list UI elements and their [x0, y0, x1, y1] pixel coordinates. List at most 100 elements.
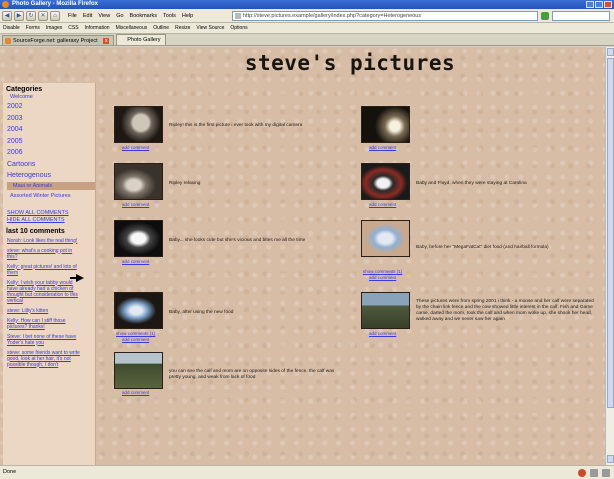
bookmark-item[interactable]: Miscellaneous — [116, 25, 148, 31]
comment-item[interactable]: Kelly: I wish your tabby would have alre… — [7, 280, 83, 304]
maximize-button[interactable] — [595, 1, 603, 8]
navigation-toolbar: ◀ ▶ ↻ ✕ ⌂ File Edit View Go Bookmarks To… — [0, 9, 614, 23]
bookmark-item[interactable]: CSS — [68, 25, 78, 31]
status-bar: Done — [0, 465, 614, 479]
comment-item[interactable]: steve: Lilliy's kitten — [7, 308, 83, 314]
scroll-down-icon[interactable] — [607, 455, 614, 463]
show-comments-link[interactable]: show comments (1) — [116, 331, 155, 336]
bookmark-item[interactable]: Images — [46, 25, 62, 31]
menu-help[interactable]: Help — [182, 13, 193, 19]
adblock-icon[interactable] — [578, 469, 586, 477]
add-comment-link[interactable]: add comment — [122, 259, 149, 264]
scrollbar-thumb[interactable] — [607, 58, 614, 408]
address-text: http://steve.pictures.example/gallery/in… — [243, 13, 422, 19]
stop-icon[interactable]: ✕ — [38, 10, 48, 21]
gallery: Ripley! this is the first picture i ever… — [100, 83, 605, 465]
sidebar-item-2003[interactable]: 2003 — [7, 113, 95, 125]
hide-all-comments-link[interactable]: HIDE ALL COMMENTS — [7, 217, 95, 224]
sidebar-item-heterogenous[interactable]: Heterogenous — [7, 170, 95, 182]
add-comment-link[interactable]: add comment — [122, 337, 149, 342]
photo-caption: Baby... she looks cute but she's vicious… — [169, 238, 306, 243]
forward-icon[interactable]: ▶ — [14, 10, 24, 21]
menu-bookmarks[interactable]: Bookmarks — [130, 13, 158, 19]
menu-tools[interactable]: Tools — [163, 13, 176, 19]
bookmark-item[interactable]: Disable — [3, 25, 20, 31]
bookmark-item[interactable]: Resize — [175, 25, 190, 31]
photo-thumbnail[interactable] — [114, 106, 163, 143]
comment-item[interactable]: Kelly: great pictures! and lots of them — [7, 264, 83, 276]
comment-item[interactable]: Steve: I bet none of these have Yoder's … — [7, 334, 83, 346]
photo-thumbnail[interactable] — [361, 220, 410, 257]
address-bar[interactable]: http://steve.pictures.example/gallery/in… — [232, 11, 538, 21]
reload-icon[interactable]: ↻ — [26, 10, 36, 21]
tab-label: Photo Gallery — [127, 37, 161, 43]
bookmark-item[interactable]: Forms — [26, 25, 40, 31]
tab-sourceforge[interactable]: SourceForge.net: galleraxy Project x — [2, 35, 115, 45]
menu-view[interactable]: View — [98, 13, 110, 19]
photo-thumbnail[interactable] — [114, 352, 163, 389]
add-comment-link[interactable]: add comment — [122, 145, 149, 150]
sidebar-item-2005[interactable]: 2005 — [7, 136, 95, 148]
add-comment-link[interactable]: add comment — [369, 331, 396, 336]
categories-heading: Categories — [6, 86, 43, 93]
photo-thumbnail[interactable] — [114, 292, 163, 329]
comment-item[interactable]: steve: what's a cooking pot in this? — [7, 248, 83, 260]
sidebar-item-cartoons[interactable]: Cartoons — [7, 159, 95, 171]
add-comment-link[interactable]: add comment — [369, 202, 396, 207]
home-icon[interactable]: ⌂ — [50, 10, 60, 21]
sidebar-item-welcome[interactable]: Welcome — [10, 93, 95, 101]
menu-bar: File Edit View Go Bookmarks Tools Help — [68, 13, 193, 19]
photo-caption: Baby, before her "MegaFatCat" diet food … — [416, 245, 549, 250]
tab-label: SourceForge.net: galleraxy Project — [13, 38, 98, 44]
status-text: Done — [3, 469, 17, 475]
extension-icon[interactable] — [602, 469, 610, 477]
extension-icon[interactable] — [590, 469, 598, 477]
photo-caption: These pictures were from spring 2001 i t… — [416, 299, 594, 322]
comment-item[interactable]: Kelly: How can I stiff those pictures? t… — [7, 318, 83, 330]
bookmark-item[interactable]: Outline — [153, 25, 169, 31]
photo-caption: Baby, after using the new food — [169, 310, 234, 315]
tab-photo-gallery[interactable]: Photo Gallery — [116, 34, 166, 45]
close-button[interactable] — [604, 1, 612, 8]
show-comments-link[interactable]: show comments (1) — [363, 269, 402, 274]
add-comment-link[interactable]: add comment — [122, 390, 149, 395]
search-input[interactable] — [552, 11, 610, 21]
close-tab-icon[interactable]: x — [103, 38, 110, 44]
photo-caption: Ripley! this is the first picture i ever… — [169, 123, 303, 128]
sidebar-subitem-active[interactable]: Maui or Animals — [7, 181, 95, 190]
menu-go[interactable]: Go — [116, 13, 123, 19]
photo-thumbnail[interactable] — [114, 163, 163, 200]
page-scrollbar[interactable] — [605, 47, 614, 465]
photo-thumbnail[interactable] — [361, 106, 410, 143]
menu-file[interactable]: File — [68, 13, 77, 19]
sidebar-item-2002[interactable]: 2002 — [7, 101, 95, 113]
minimize-button[interactable] — [586, 1, 594, 8]
back-icon[interactable]: ◀ — [2, 10, 12, 21]
comment-item[interactable]: Norah: Look likes the real thing! — [7, 238, 83, 244]
add-comment-link[interactable]: add comment — [369, 145, 396, 150]
go-button[interactable] — [541, 12, 549, 20]
sourceforge-icon — [5, 38, 11, 44]
comments-heading: last 10 comments — [6, 227, 65, 235]
sidebar-item-2004[interactable]: 2004 — [7, 124, 95, 136]
show-all-comments-link[interactable]: SHOW ALL COMMENTS — [7, 210, 95, 217]
bookmark-item[interactable]: Options — [230, 25, 247, 31]
add-comment-link[interactable]: add comment — [369, 275, 396, 280]
photo-thumbnail[interactable] — [361, 292, 410, 329]
page-title: steve's pictures — [244, 51, 456, 75]
add-comment-link[interactable]: add comment — [122, 202, 149, 207]
arrow-right-icon — [70, 274, 84, 282]
photo-caption: you can see the calf and mom are on oppo… — [169, 369, 335, 380]
sidebar-subitem[interactable]: Assorted Winter Pictures — [10, 192, 95, 200]
menu-edit[interactable]: Edit — [83, 13, 92, 19]
comment-item[interactable]: steve: some friends want to write good, … — [7, 350, 83, 368]
sidebar-item-2006[interactable]: 2006 — [7, 147, 95, 159]
bookmark-item[interactable]: View Source — [196, 25, 224, 31]
photo-thumbnail[interactable] — [361, 163, 410, 200]
scroll-up-icon[interactable] — [607, 48, 614, 56]
bookmark-item[interactable]: Information — [85, 25, 110, 31]
bookmarks-toolbar: Disable Forms Images CSS Information Mis… — [0, 23, 614, 34]
page-viewport: steve's pictures Categories Welcome 2002… — [0, 47, 605, 465]
photo-thumbnail[interactable] — [114, 220, 163, 257]
window-titlebar: Photo Gallery - Mozilla Firefox — [0, 0, 614, 9]
